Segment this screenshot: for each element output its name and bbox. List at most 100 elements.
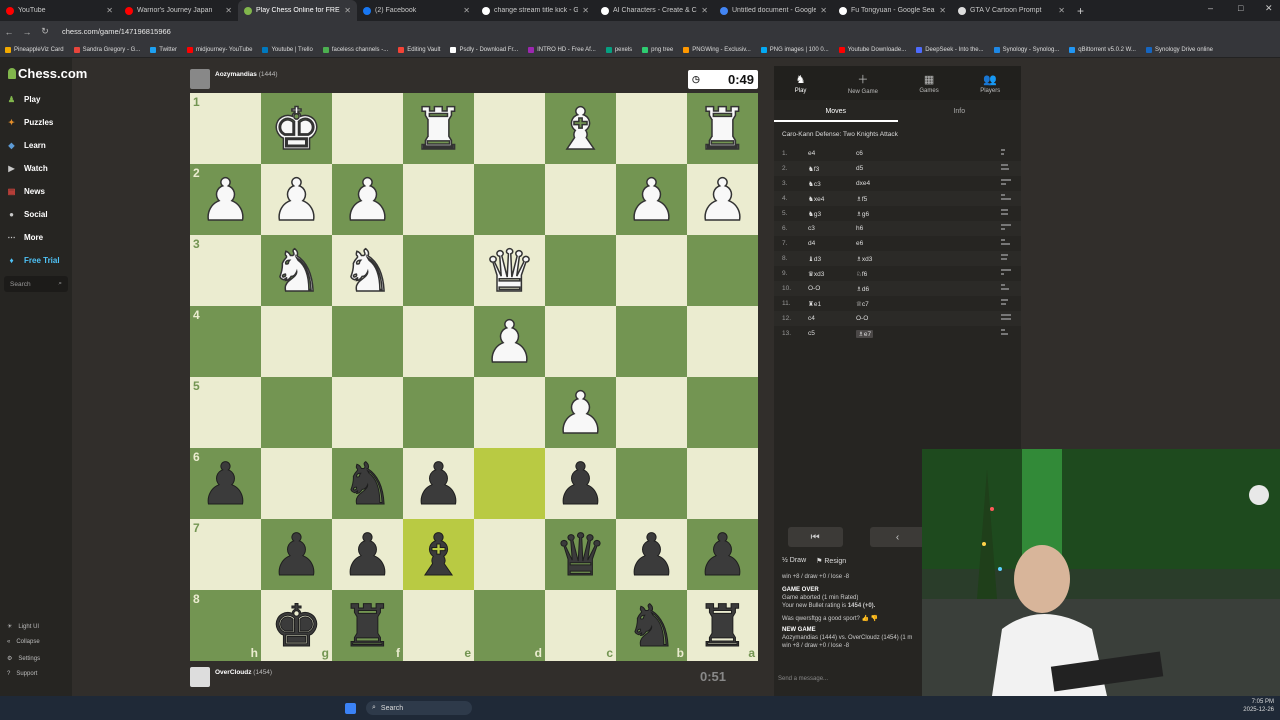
board-square[interactable]: [545, 164, 616, 235]
top-player-name[interactable]: Aozymandias (1444): [215, 71, 278, 78]
bookmark-item[interactable]: Youtube | Trello: [257, 46, 317, 53]
sidebar-item-play[interactable]: ♟ Play: [6, 94, 41, 105]
close-icon[interactable]: ✕: [225, 6, 232, 15]
sidebar-footer-light-ui[interactable]: ☀ Light UI: [7, 623, 39, 631]
board-square[interactable]: [687, 306, 758, 377]
board-square[interactable]: [545, 306, 616, 377]
board-square[interactable]: 4: [190, 306, 261, 377]
black-knight-piece[interactable]: ♞: [341, 454, 394, 513]
white-move[interactable]: c5: [808, 330, 815, 337]
white-queen-piece[interactable]: ♛: [483, 241, 537, 301]
browser-tab[interactable]: GTA V Cartoon Prompt ✕: [952, 0, 1071, 21]
browser-tab[interactable]: AI Characters - Create & Custom✕: [595, 0, 714, 21]
bookmark-item[interactable]: Editing Vault: [393, 46, 445, 53]
black-move[interactable]: ♗g6: [856, 210, 869, 218]
sidebar-footer-support[interactable]: ? Support: [7, 671, 37, 677]
white-pawn-piece[interactable]: ♟: [625, 170, 679, 230]
back-icon[interactable]: ←: [0, 27, 18, 37]
white-pawn-piece[interactable]: ♟: [483, 312, 537, 372]
bookmark-item[interactable]: Sandra Gregory - G...: [69, 46, 146, 53]
board-square[interactable]: [261, 448, 332, 519]
thumbs-up-icon[interactable]: 👍: [862, 616, 869, 622]
black-move[interactable]: O-O: [856, 315, 868, 322]
bookmark-item[interactable]: qBittorrent v5.0.2 W...: [1064, 46, 1141, 53]
bookmark-item[interactable]: Synology Drive online: [1141, 46, 1218, 53]
black-move[interactable]: ♘f6: [856, 270, 867, 278]
resign-button[interactable]: ⚑ Resign: [816, 557, 846, 565]
close-icon[interactable]: ✕: [582, 6, 589, 15]
board-square[interactable]: ♜: [687, 93, 758, 164]
board-square[interactable]: [474, 93, 545, 164]
board-square[interactable]: [616, 306, 687, 377]
black-move[interactable]: h6: [856, 225, 863, 232]
board-square[interactable]: ♟: [616, 164, 687, 235]
black-bishop-piece[interactable]: ♝: [412, 525, 465, 584]
chesscom-logo[interactable]: Chess.com: [8, 66, 87, 81]
black-move[interactable]: e6: [856, 240, 863, 247]
black-move[interactable]: dxe4: [856, 180, 870, 187]
black-queen-piece[interactable]: ♛: [554, 525, 607, 584]
chess-board[interactable]: 1 ♚ ♜ ♝ ♜ 2 ♟ ♟ ♟ ♟ ♟ 3 ♞ ♞ ♛ 4 ♟ 5 ♟ 6 ♟ ♞ ♟ ♟ 7 ♟ ♟ ♝ ♛ ♟ ♟ 8 h g ♚ f ♜ e d c…: [190, 93, 758, 661]
avatar[interactable]: [190, 69, 210, 89]
board-square[interactable]: ♟: [332, 519, 403, 590]
close-icon[interactable]: ✕: [939, 6, 946, 15]
close-icon[interactable]: ✕: [701, 6, 708, 15]
white-move[interactable]: d4: [808, 240, 815, 247]
board-square[interactable]: ♞: [332, 235, 403, 306]
board-square[interactable]: [332, 93, 403, 164]
black-knight-piece[interactable]: ♞: [625, 596, 678, 655]
thumbs-down-icon[interactable]: 👎: [871, 616, 878, 622]
board-square[interactable]: [474, 377, 545, 448]
board-square[interactable]: ♟: [687, 164, 758, 235]
tab-players[interactable]: 👥 Players: [980, 73, 1000, 94]
board-square[interactable]: [474, 519, 545, 590]
board-square[interactable]: [545, 235, 616, 306]
bookmark-item[interactable]: Youtube Downloade...: [834, 46, 912, 53]
black-rook-piece[interactable]: ♜: [696, 596, 749, 655]
board-square[interactable]: [687, 448, 758, 519]
white-rook-piece[interactable]: ♜: [412, 99, 466, 159]
board-square[interactable]: [616, 93, 687, 164]
board-square[interactable]: [474, 164, 545, 235]
board-square[interactable]: g ♚: [261, 590, 332, 661]
browser-tab[interactable]: Warrior's Journey Japan ✕: [119, 0, 238, 21]
sidebar-item-learn[interactable]: ◆ Learn: [6, 140, 45, 151]
white-move[interactable]: c3: [808, 225, 815, 232]
white-move[interactable]: ♛xd3: [808, 270, 824, 278]
board-square[interactable]: ♟: [261, 519, 332, 590]
white-move[interactable]: O-O: [808, 285, 820, 292]
close-icon[interactable]: ✕: [344, 6, 351, 15]
white-move[interactable]: ♞g3: [808, 210, 821, 218]
bookmark-item[interactable]: Psdly - Download Fr...: [445, 46, 523, 53]
white-move[interactable]: ♞xe4: [808, 195, 824, 203]
white-move[interactable]: ♝d3: [808, 255, 821, 263]
tab-play[interactable]: ♞ Play: [795, 73, 807, 94]
sidebar-item-watch[interactable]: ▶ Watch: [6, 163, 47, 174]
close-icon[interactable]: ✕: [1058, 6, 1065, 15]
board-square[interactable]: ♟: [474, 306, 545, 377]
bookmark-item[interactable]: pexels: [601, 46, 637, 53]
browser-tab[interactable]: Play Chess Online for FREE ✕: [238, 0, 357, 21]
tab-games[interactable]: ▦ Games: [919, 73, 938, 94]
black-move[interactable]: ♗f5: [856, 195, 867, 203]
board-square[interactable]: [403, 235, 474, 306]
bookmark-item[interactable]: PNGWing - Exclusiv...: [678, 46, 756, 53]
board-square[interactable]: ♞: [332, 448, 403, 519]
board-square[interactable]: ♟: [687, 519, 758, 590]
subtab-moves[interactable]: Moves: [774, 104, 898, 122]
board-square[interactable]: ♟: [261, 164, 332, 235]
board-square[interactable]: [332, 306, 403, 377]
board-square[interactable]: f ♜: [332, 590, 403, 661]
board-square[interactable]: ♝: [403, 519, 474, 590]
bookmark-item[interactable]: Twitter: [145, 46, 182, 53]
bookmark-item[interactable]: DeepSeek - Into the...: [911, 46, 988, 53]
bookmark-item[interactable]: midjourney- YouTube: [182, 46, 257, 53]
sidebar-item-more[interactable]: ⋯ More: [6, 232, 44, 243]
board-square[interactable]: [474, 448, 545, 519]
board-square[interactable]: 1: [190, 93, 261, 164]
url-field[interactable]: chess.com/game/147196815966: [62, 27, 171, 36]
board-square[interactable]: c: [545, 590, 616, 661]
black-move[interactable]: ♗xd3: [856, 255, 872, 263]
board-square[interactable]: a ♜: [687, 590, 758, 661]
white-king-piece[interactable]: ♚: [270, 99, 324, 159]
